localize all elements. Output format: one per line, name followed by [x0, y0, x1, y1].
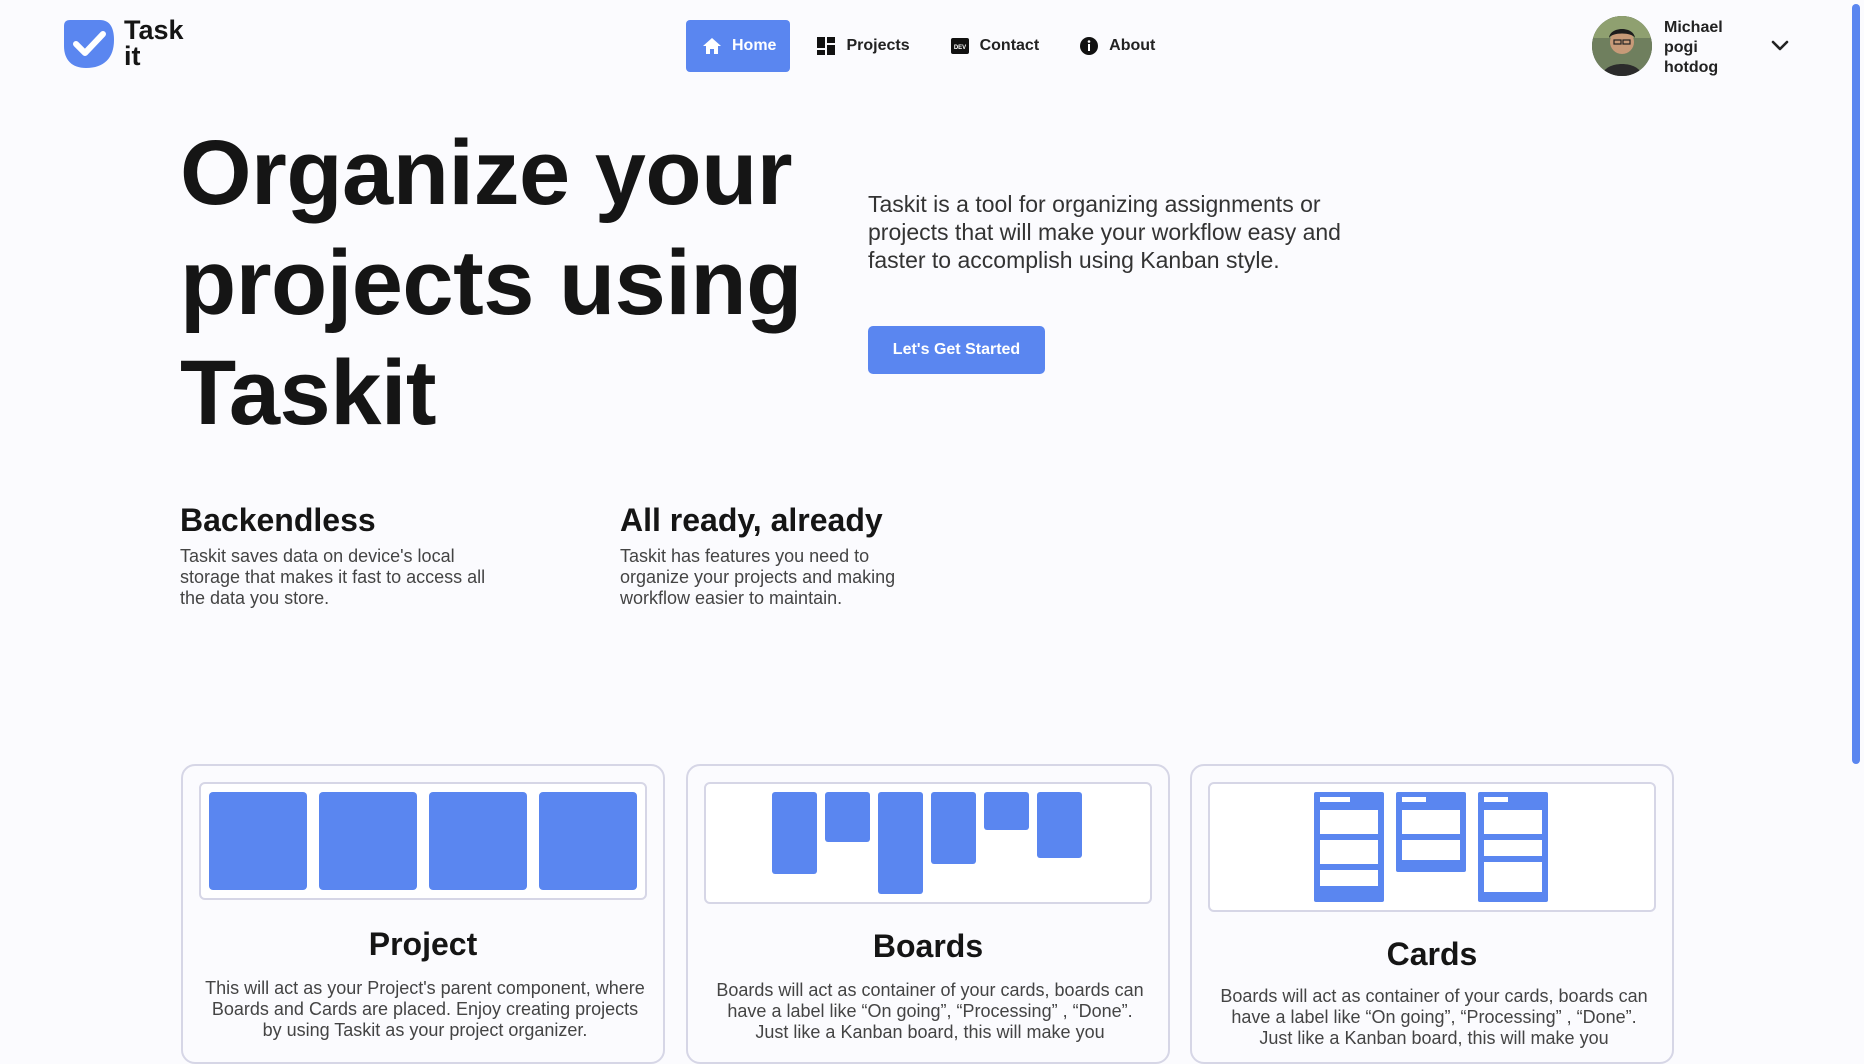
brand-name-line1: Task [124, 15, 184, 45]
user-name-line2: pogi [1664, 39, 1698, 56]
hero-description: Taskit is a tool for organizing assignme… [868, 191, 1341, 273]
hero-title: Organize your projects using Taskit [180, 122, 802, 444]
nav-projects-label: Projects [846, 37, 910, 54]
nav-projects[interactable]: Projects [802, 20, 923, 72]
grid-icon [816, 36, 836, 56]
user-name-line3: hotdog [1664, 59, 1719, 76]
feature-all-ready: All ready, already Taskit has features y… [620, 500, 930, 609]
home-icon [702, 36, 722, 56]
top-navbar: Task it Home Projects DEV Contact About … [0, 0, 1848, 92]
chevron-down-icon[interactable] [1768, 34, 1792, 58]
check-logo-icon [64, 20, 114, 68]
nav-home[interactable]: Home [686, 20, 791, 72]
card-title: Cards [1386, 936, 1478, 972]
brand-logo[interactable]: Task it [60, 14, 184, 72]
dev-icon: DEV [950, 36, 970, 56]
svg-text:DEV: DEV [953, 45, 965, 51]
feature-title: All ready, already [620, 502, 883, 538]
brand-name: Task it [124, 15, 184, 71]
boards-illustration [704, 782, 1152, 904]
brand-name-line2: it [124, 41, 141, 71]
card-title: Boards [872, 928, 984, 964]
card-text: This will act as your Project's parent c… [205, 978, 645, 1040]
user-menu[interactable]: Michael pogi hotdog [1592, 16, 1789, 78]
card-project: Project This will act as your Project's … [181, 764, 665, 1064]
main-nav: Home Projects DEV Contact About [686, 20, 1181, 72]
page-scrollbar[interactable] [1848, 0, 1864, 1040]
feature-title: Backendless [180, 502, 376, 538]
nav-contact[interactable]: DEV Contact [936, 20, 1054, 72]
nav-about-label: About [1109, 37, 1156, 54]
card-title: Project [368, 926, 478, 962]
user-name: Michael pogi hotdog [1664, 18, 1774, 78]
nav-about[interactable]: About [1065, 20, 1169, 72]
info-icon [1079, 36, 1099, 56]
user-name-line1: Michael [1664, 19, 1723, 36]
get-started-button[interactable]: Let's Get Started [868, 326, 1045, 374]
project-illustration [199, 782, 647, 900]
scrollbar-thumb[interactable] [1852, 4, 1860, 764]
card-text: Boards will act as container of your car… [716, 980, 1144, 1042]
card-boards: Boards Boards will act as container of y… [686, 764, 1170, 1064]
avatar[interactable] [1592, 16, 1652, 76]
feature-backendless: Backendless Taskit saves data on device'… [180, 500, 500, 609]
cards-illustration [1208, 782, 1656, 912]
card-cards: Cards Boards will act as container of yo… [1190, 764, 1674, 1064]
nav-home-label: Home [732, 37, 777, 54]
feature-text: Taskit has features you need to organize… [620, 546, 896, 608]
feature-text: Taskit saves data on device's local stor… [180, 546, 486, 608]
nav-contact-label: Contact [979, 37, 1040, 54]
